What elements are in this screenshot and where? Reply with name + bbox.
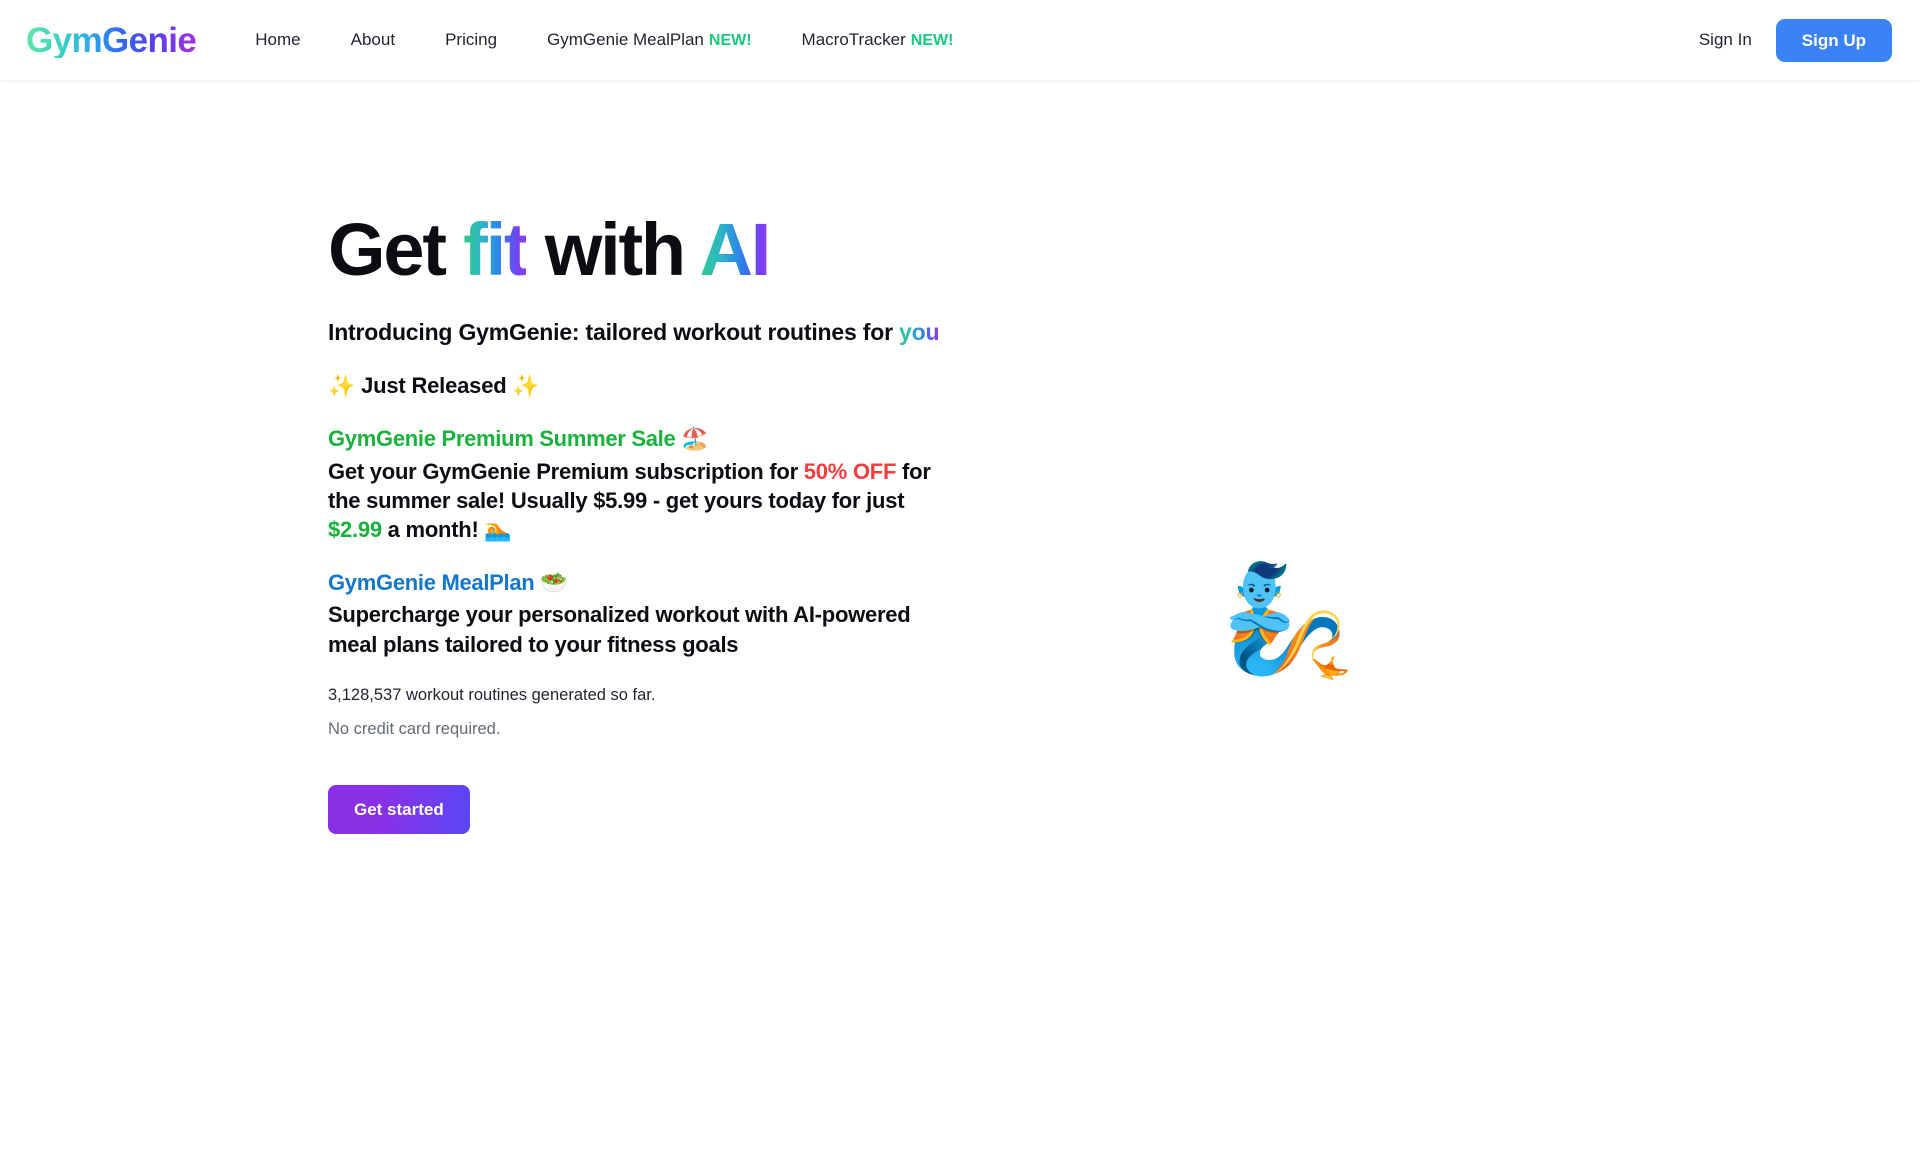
promo-summer-sale: GymGenie Premium Summer Sale 🏖️ Get your…	[328, 425, 948, 544]
routines-generated-count: 3,128,537 workout routines generated so …	[328, 685, 656, 704]
main-nav: Home About Pricing GymGenie MealPlan NEW!…	[230, 22, 978, 58]
nav-item-mealplan[interactable]: GymGenie MealPlan NEW!	[522, 22, 777, 58]
header-actions: Sign In Sign Up	[1695, 18, 1892, 62]
promo-summer-sale-heading: GymGenie Premium Summer Sale 🏖️	[328, 426, 709, 452]
promo-sale-body-part3: a month! 🏊	[381, 517, 512, 543]
sign-in-link[interactable]: Sign In	[1695, 22, 1756, 58]
nav-item-macrotracker-new-badge: NEW!	[910, 32, 954, 49]
promo-mealplan-body: Supercharge your personalized workout wi…	[328, 602, 911, 657]
nav-item-mealplan-label: GymGenie MealPlan	[547, 30, 704, 49]
genie-icon: 🧞	[1220, 559, 1356, 680]
nav-item-pricing[interactable]: Pricing	[420, 22, 522, 58]
brand-logo[interactable]: GymGenie	[24, 23, 197, 58]
nav-item-about[interactable]: About	[326, 22, 420, 58]
hero-subtitle-accent-you: you	[899, 318, 940, 345]
site-header: GymGenie Home About Pricing GymGenie Mea…	[0, 0, 1920, 80]
hero-copy: Get fit with AI Introducing GymGenie: ta…	[328, 211, 968, 1152]
promo-mealplan-heading: GymGenie MealPlan 🥗	[328, 569, 568, 595]
nav-item-macrotracker-label: MacroTracker	[801, 30, 906, 49]
nav-item-pricing-label: Pricing	[445, 30, 498, 49]
promo-sale-price: $2.99	[328, 517, 382, 543]
nav-item-mealplan-new-badge: NEW!	[708, 32, 752, 49]
no-credit-card-note: No credit card required.	[328, 719, 501, 738]
nav-item-about-label: About	[350, 30, 396, 49]
hero-title-accent-ai: AI	[699, 208, 772, 291]
promo-sale-discount: 50% OFF	[803, 458, 897, 484]
promo-sale-body-part1: Get your GymGenie Premium subscription f…	[328, 458, 804, 484]
hero-subtitle: Introducing GymGenie: tailored workout r…	[328, 317, 953, 347]
hero-illustration: 🧞	[1221, 540, 1355, 700]
hero-title-part1: Get	[328, 208, 464, 291]
page-title: Get fit with AI	[328, 211, 968, 289]
nav-item-macrotracker[interactable]: MacroTracker NEW!	[777, 22, 979, 58]
hero-title-part2: with	[526, 208, 700, 291]
nav-item-home[interactable]: Home	[230, 22, 325, 58]
hero-subtitle-text: Introducing GymGenie: tailored workout r…	[328, 318, 900, 345]
just-released-label: ✨ Just Released ✨	[328, 373, 540, 399]
sign-up-button[interactable]: Sign Up	[1775, 18, 1892, 62]
hero-title-accent-fit: fit	[463, 208, 528, 291]
promo-mealplan: GymGenie MealPlan 🥗 Supercharge your per…	[328, 569, 948, 659]
hero-section: Get fit with AI Introducing GymGenie: ta…	[0, 80, 1920, 1152]
nav-item-home-label: Home	[255, 30, 301, 49]
promo-summer-sale-body: Get your GymGenie Premium subscription f…	[328, 457, 948, 545]
get-started-button[interactable]: Get started	[328, 785, 470, 835]
